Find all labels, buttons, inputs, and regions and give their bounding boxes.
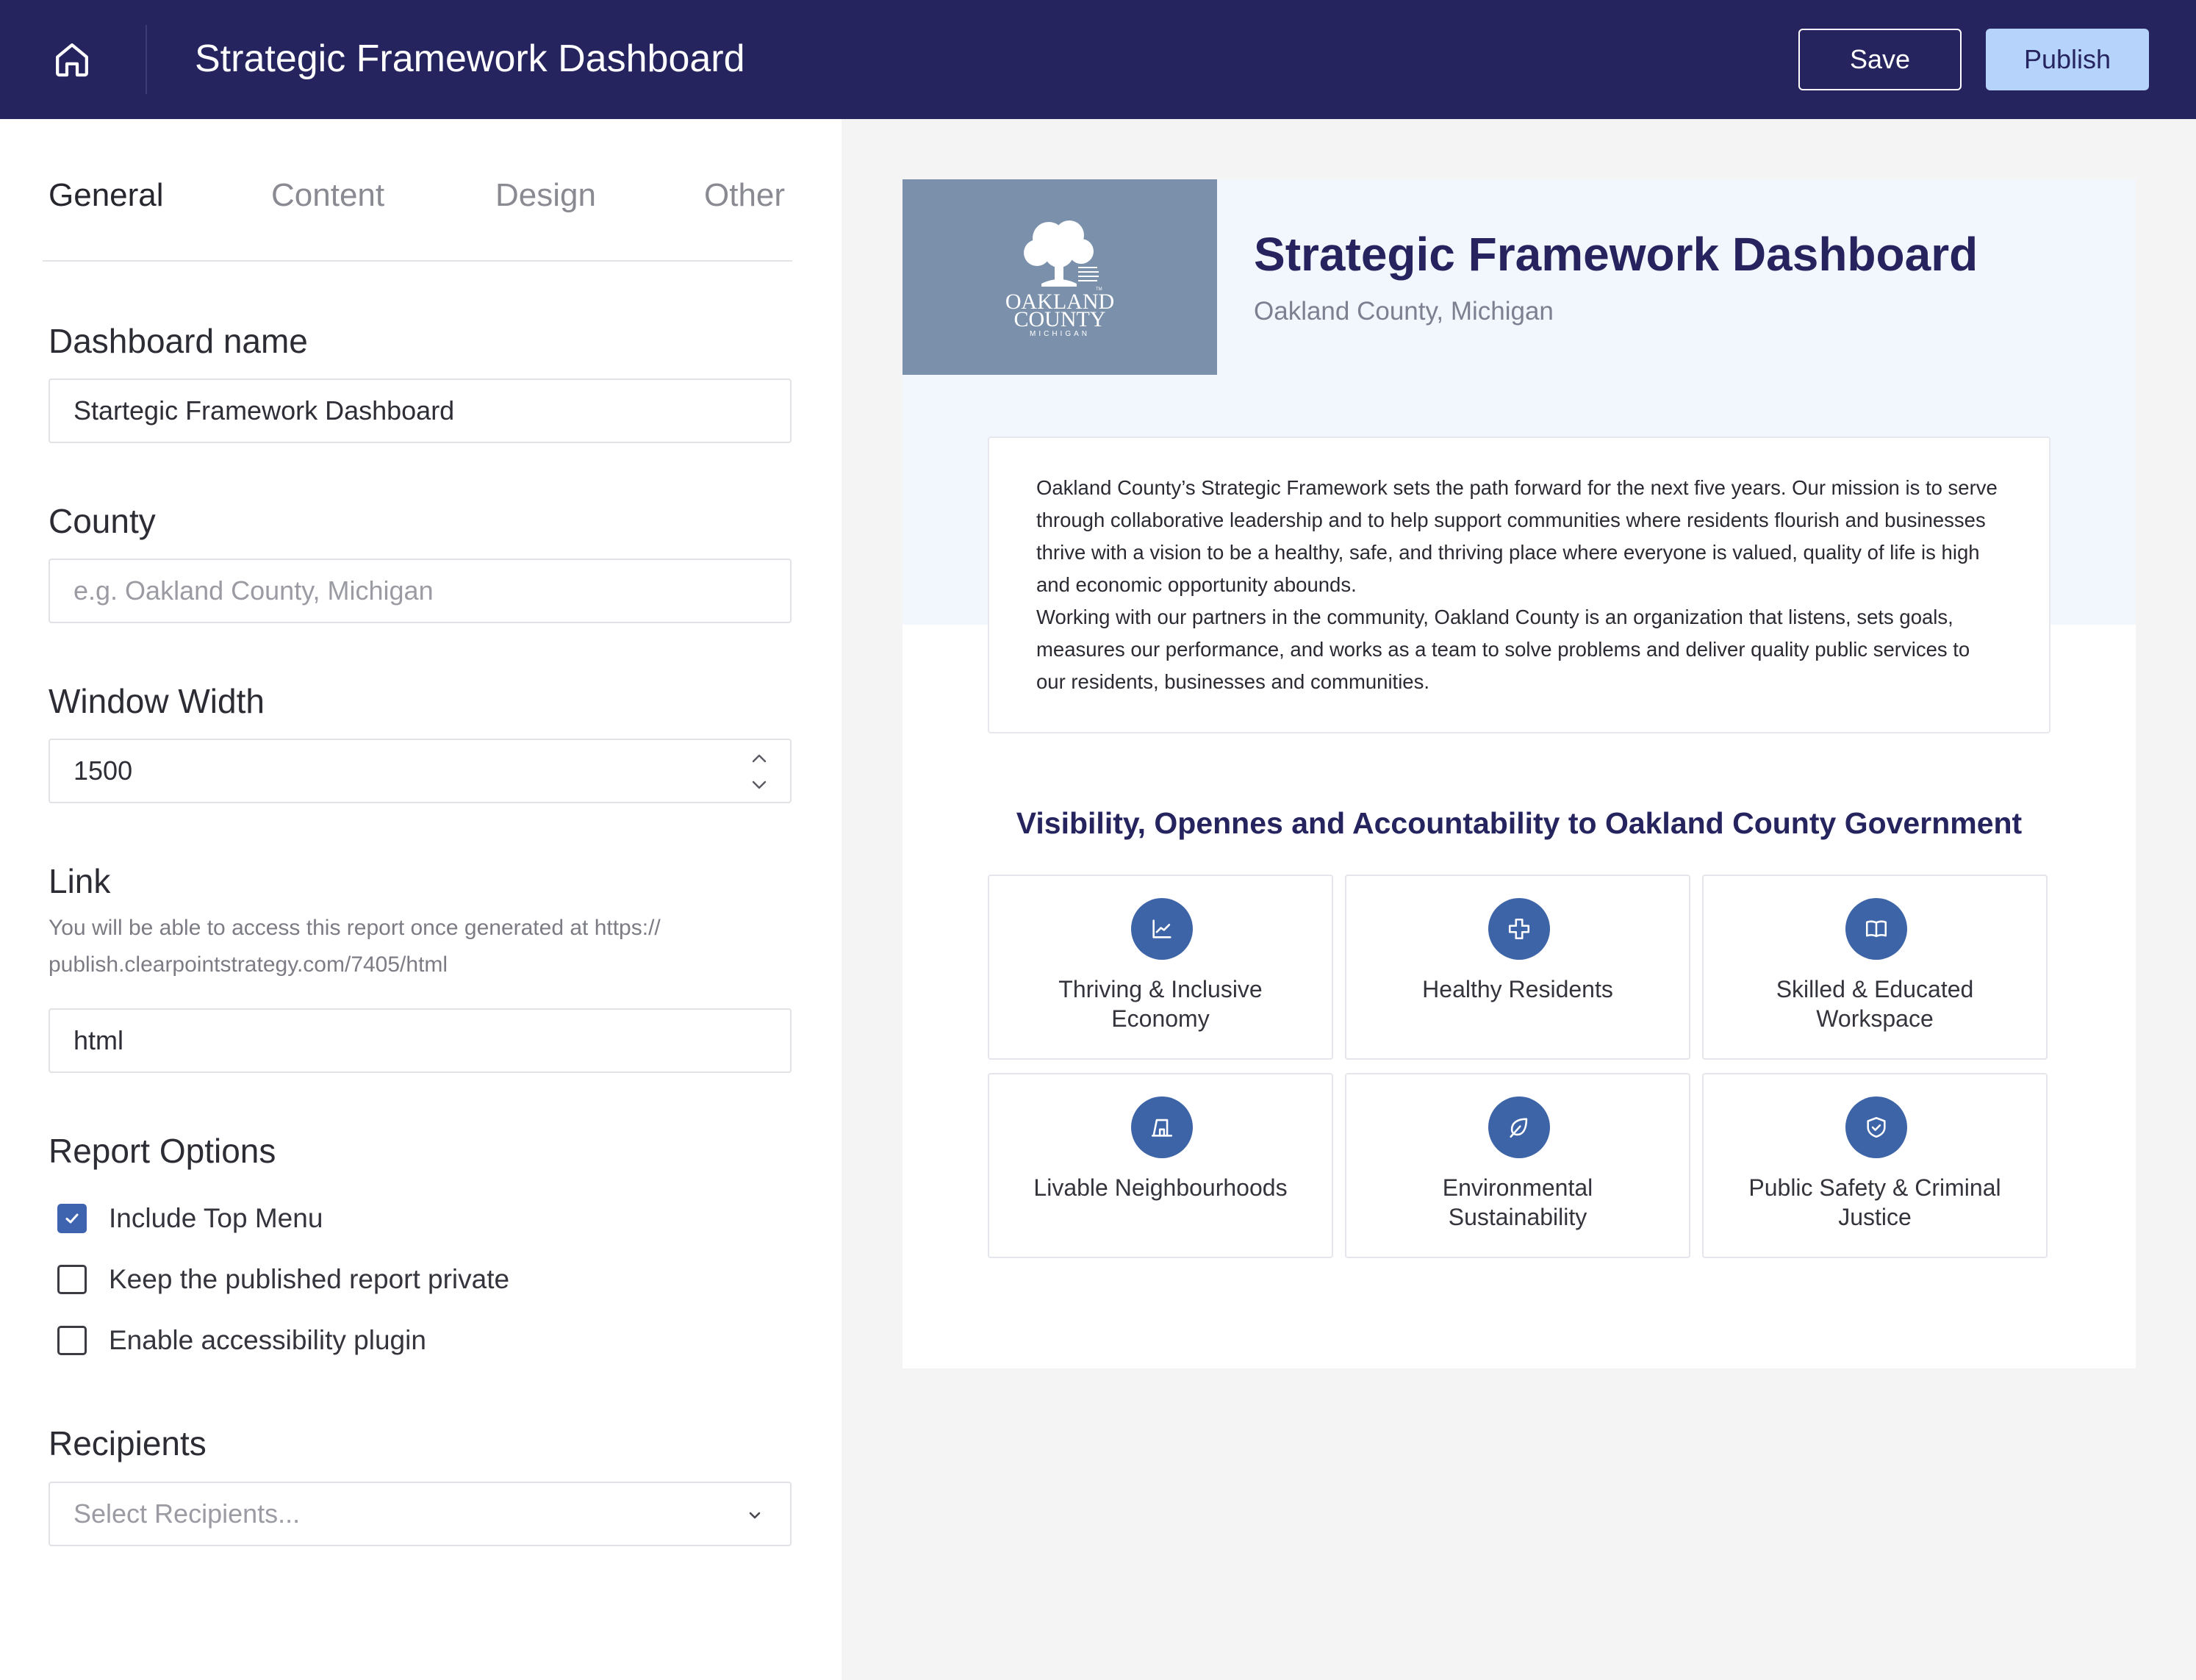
preview-subtitle: Oakland County, Michigan [1254,297,1554,326]
accessibility-plugin-label: Enable accessibility plugin [109,1325,426,1355]
recipients-placeholder: Select Recipients... [73,1498,301,1529]
tile-livable-neighbourhoods[interactable]: Livable Neighbourhoods [988,1073,1333,1258]
tab-other[interactable]: Other [704,173,785,218]
tile-label: Environmental Sustainability [1442,1174,1593,1230]
tab-content[interactable]: Content [271,173,384,218]
checkmark-icon [65,1213,79,1224]
top-bar: Strategic Framework Dashboard Save Publi… [0,0,2196,119]
tile-label: Public Safety & Criminal Justice [1748,1174,2001,1230]
app-title: Strategic Framework Dashboard [195,37,745,80]
leaf-icon [1510,1118,1528,1138]
building-icon [1151,1119,1173,1137]
tile-label: Thriving & Inclusive Economy [1058,976,1263,1032]
tile-environmental-sustainability[interactable]: Environmental Sustainability [1345,1073,1690,1258]
chart-line-icon [1152,919,1171,938]
accessibility-plugin-checkbox[interactable] [57,1326,87,1355]
description-card: Oakland County’s Strategic Framework set… [988,437,2050,733]
keep-private-label: Keep the published report private [109,1264,510,1294]
include-top-menu-label: Include Top Menu [109,1203,323,1233]
tile-label: Skilled & Educated Workspace [1776,976,1974,1032]
window-width-label: Window Width [49,682,265,720]
svg-text:MICHIGAN: MICHIGAN [1030,330,1090,338]
tile-label: Healthy Residents [1422,976,1613,1002]
recipients-select[interactable]: Select Recipients... [49,1482,792,1546]
county-logo: TM OAKLAND COUNTY MICHIGAN [903,179,1217,375]
link-help-text: You will be able to access this report o… [49,916,661,977]
tile-public-safety-criminal-justice[interactable]: Public Safety & Criminal Justice [1702,1073,2048,1258]
link-value: html [73,1025,124,1055]
settings-panel: General Content Design Other Dashboard n… [0,119,842,1680]
include-top-menu-option[interactable]: Include Top Menu [57,1202,323,1235]
home-icon [56,43,88,77]
section-heading: Visibility, Opennes and Accountability t… [1016,806,2023,840]
tile-healthy-residents[interactable]: Healthy Residents [1345,875,1690,1060]
tile-thriving-inclusive-economy[interactable]: Thriving & Inclusive Economy [988,875,1333,1060]
keep-private-option[interactable]: Keep the published report private [57,1263,509,1296]
tile-skilled-educated-workspace[interactable]: Skilled & Educated Workspace [1702,875,2048,1060]
number-stepper[interactable] [749,753,769,790]
keep-private-checkbox[interactable] [57,1265,87,1294]
tab-design[interactable]: Design [495,173,596,218]
description-paragraph: Working with our partners in the communi… [1036,606,1970,693]
report-options-label: Report Options [49,1132,276,1170]
county-input[interactable]: e.g. Oakland County, Michigan [49,559,792,623]
include-top-menu-checkbox[interactable] [57,1204,87,1233]
header-divider [146,25,147,94]
dashboard-name-value: Startegic Framework Dashboard [73,395,455,426]
window-width-input[interactable]: 1500 [49,739,792,803]
chevron-down-icon[interactable] [751,780,767,790]
oakland-county-logo-icon: TM OAKLAND COUNTY MICHIGAN [1005,220,1114,338]
save-button[interactable]: Save [1798,29,1962,90]
window-width-value: 1500 [73,755,133,786]
medical-cross-icon [1508,918,1530,940]
dashboard-name-label: Dashboard name [49,322,308,360]
accessibility-plugin-option[interactable]: Enable accessibility plugin [57,1324,426,1357]
open-book-icon [1865,920,1887,938]
chevron-down-icon [749,1512,761,1519]
link-input[interactable]: html [49,1008,792,1073]
county-label: County [49,502,156,540]
dashboard-name-input[interactable]: Startegic Framework Dashboard [49,378,792,443]
description-paragraph: Oakland County’s Strategic Framework set… [1036,476,1998,596]
tab-general[interactable]: General [49,173,164,218]
link-label: Link [49,862,111,900]
dashboard-preview: TM OAKLAND COUNTY MICHIGAN Strategic Fra… [903,179,2136,1368]
svg-text:COUNTY: COUNTY [1014,307,1106,331]
settings-tabs: General Content Design Other [43,173,792,262]
home-button[interactable] [46,34,98,85]
shield-check-icon [1867,1116,1886,1138]
publish-button[interactable]: Publish [1986,29,2149,90]
chevron-up-icon[interactable] [751,753,767,764]
recipients-label: Recipients [49,1424,207,1462]
tile-label: Livable Neighbourhoods [1033,1174,1288,1201]
preview-title: Strategic Framework Dashboard [1254,228,1978,281]
county-placeholder: e.g. Oakland County, Michigan [73,575,434,606]
